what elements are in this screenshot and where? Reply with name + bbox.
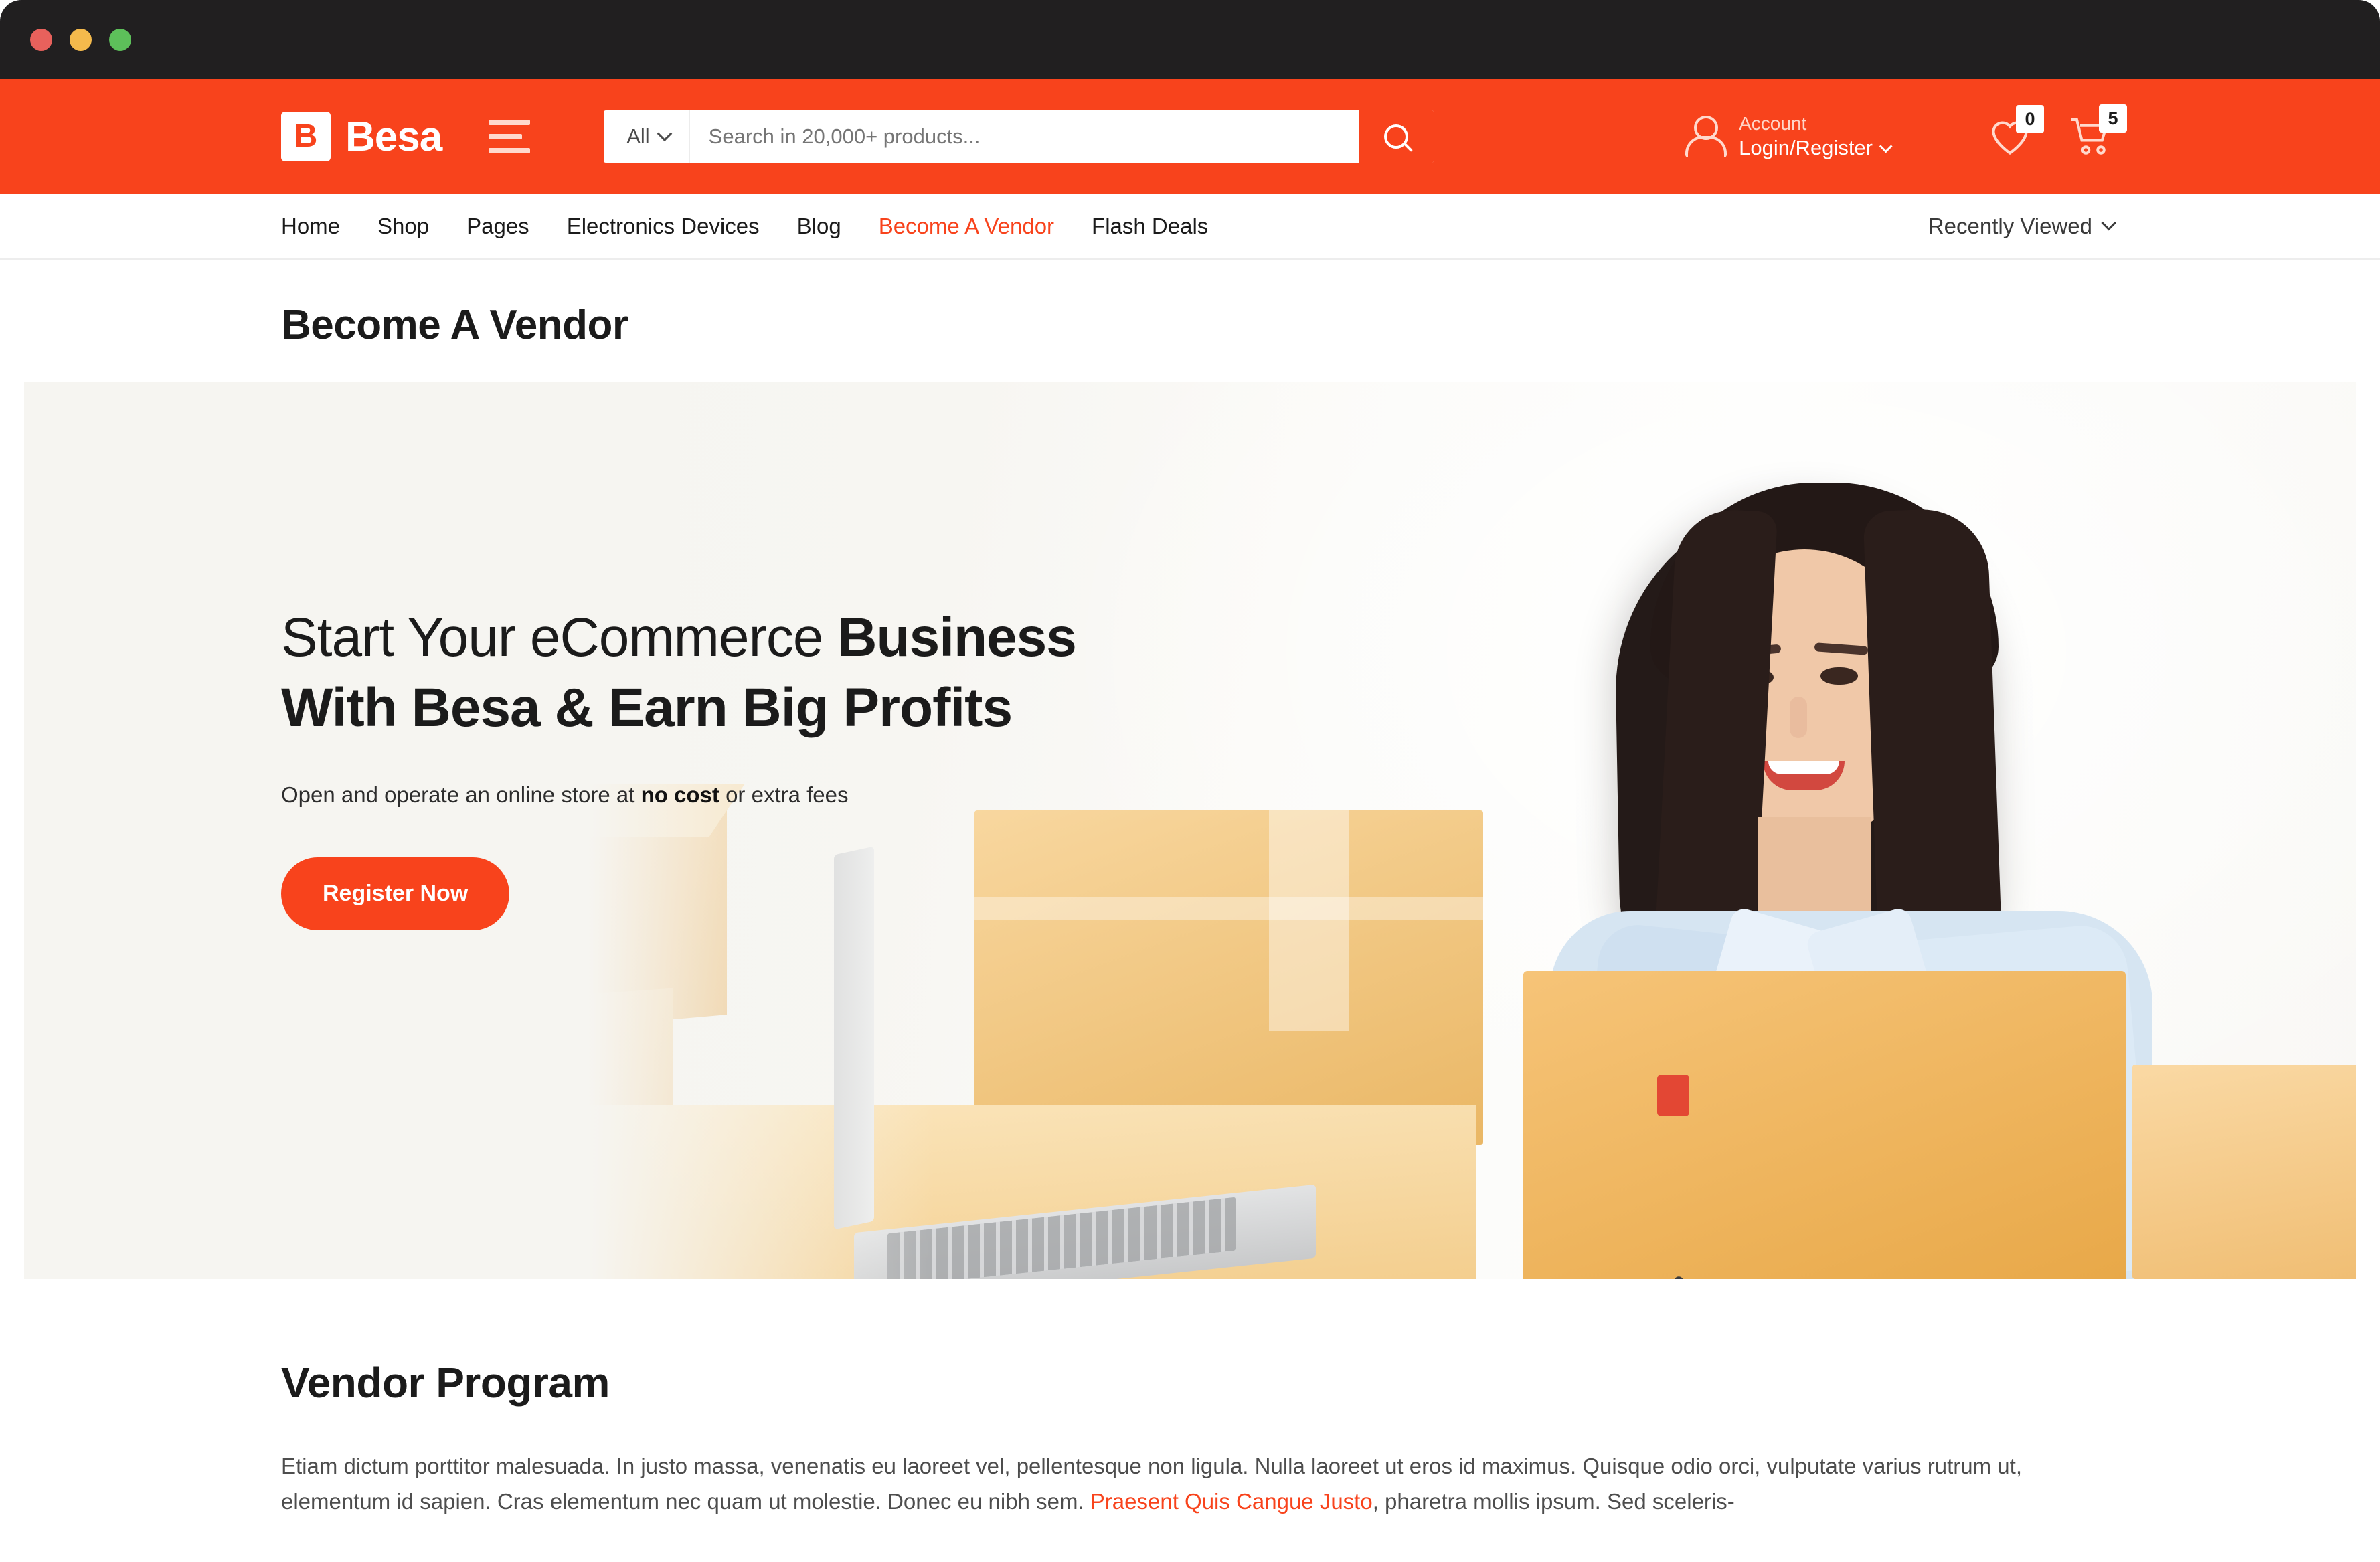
hero-heading: Start Your eCommerce Business With Besa … — [281, 603, 1077, 744]
search-category-select[interactable]: All — [604, 110, 690, 163]
page-title-container: Become A Vendor — [0, 260, 2380, 382]
account-menu[interactable]: Account Login/Register — [1684, 112, 1893, 161]
browser-window: B Besa All Account Lo — [0, 0, 2380, 1562]
account-title: Account — [1739, 113, 1807, 135]
chevron-down-icon — [2101, 215, 2117, 231]
hamburger-icon[interactable] — [489, 120, 531, 153]
nav-item-pages[interactable]: Pages — [448, 213, 548, 239]
hero-subtitle-bold: no cost — [641, 782, 719, 807]
cart-count-badge: 5 — [2099, 104, 2127, 133]
nav-item-blog[interactable]: Blog — [778, 213, 860, 239]
cart-button[interactable]: 5 — [2069, 104, 2127, 157]
search-input[interactable] — [689, 110, 1359, 163]
site-header: B Besa All Account Lo — [0, 79, 2380, 194]
hero-banner: Start Your eCommerce Business With Besa … — [24, 382, 2356, 1279]
main-navigation: Home Shop Pages Electronics Devices Blog… — [0, 194, 2380, 260]
vendor-program-paragraph: Etiam dictum porttitor malesuada. In jus… — [281, 1449, 2114, 1520]
user-icon — [1684, 116, 1727, 157]
vendor-program-title: Vendor Program — [281, 1359, 610, 1407]
nav-item-flash-deals[interactable]: Flash Deals — [1073, 213, 1227, 239]
wishlist-count-badge: 0 — [2016, 105, 2044, 133]
woman-teeth — [1768, 761, 1839, 774]
chevron-down-icon — [657, 126, 672, 142]
nav-item-electronics-devices[interactable]: Electronics Devices — [548, 213, 778, 239]
recently-viewed-menu[interactable]: Recently Viewed — [1928, 213, 2117, 239]
account-login-register: Login/Register — [1739, 135, 1893, 161]
nav-item-home[interactable]: Home — [281, 213, 359, 239]
account-labels: Account Login/Register — [1739, 112, 1893, 161]
search-bar: All — [604, 110, 1434, 163]
box-red-sticker — [1657, 1075, 1689, 1116]
hero-subtitle-after: or extra fees — [719, 782, 849, 807]
header-icon-group: 0 5 — [1989, 104, 2127, 157]
paragraph-text-part2: , pharetra mollis ipsum. Sed sceleris- — [1372, 1488, 1735, 1514]
paragraph-inline-link[interactable]: Praesent Quis Cangue Justo — [1090, 1489, 1373, 1514]
recently-viewed-label: Recently Viewed — [1928, 213, 2092, 238]
hero-heading-line1-normal: Start Your eCommerce — [281, 607, 838, 668]
page-title: Become A Vendor — [281, 302, 628, 348]
logo-text: Besa — [345, 113, 442, 160]
search-button[interactable] — [1359, 110, 1434, 163]
woman-nose — [1790, 697, 1807, 738]
packing-tape — [1269, 810, 1349, 1031]
hero-heading-line1-bold: Business — [837, 607, 1077, 668]
nav-item-shop[interactable]: Shop — [359, 213, 448, 239]
hero-heading-line2: With Besa & Earn Big Profits — [281, 677, 1013, 738]
register-now-button[interactable]: Register Now — [281, 857, 510, 930]
window-titlebar — [0, 0, 2380, 79]
cardboard-box-front — [1523, 971, 2126, 1279]
search-icon — [1384, 124, 1409, 149]
cardboard-box — [2132, 1065, 2356, 1279]
hero-subtitle-before: Open and operate an online store at — [281, 782, 641, 807]
hamburger-bar — [489, 148, 531, 153]
site-logo[interactable]: B Besa — [281, 112, 442, 161]
nav-item-list: Home Shop Pages Electronics Devices Blog… — [281, 213, 1227, 239]
search-category-label: All — [626, 124, 650, 148]
vendor-program-section: Vendor Program Etiam dictum porttitor ma… — [0, 1279, 2380, 1520]
close-window-button[interactable] — [30, 28, 52, 51]
wishlist-button[interactable]: 0 — [1989, 105, 2044, 156]
chevron-down-icon — [1879, 139, 1893, 153]
hero-subtitle: Open and operate an online store at no c… — [281, 782, 1076, 808]
woman-eye — [1820, 667, 1858, 685]
hamburger-bar — [489, 120, 531, 125]
hero-content: Start Your eCommerce Business With Besa … — [281, 603, 1077, 930]
hamburger-bar — [489, 134, 523, 139]
logo-mark-icon: B — [281, 112, 331, 161]
minimize-window-button[interactable] — [70, 28, 92, 51]
nav-item-become-a-vendor[interactable]: Become A Vendor — [860, 213, 1073, 239]
header-actions: Account Login/Register 0 5 — [1684, 104, 2380, 161]
maximize-window-button[interactable] — [109, 28, 131, 51]
